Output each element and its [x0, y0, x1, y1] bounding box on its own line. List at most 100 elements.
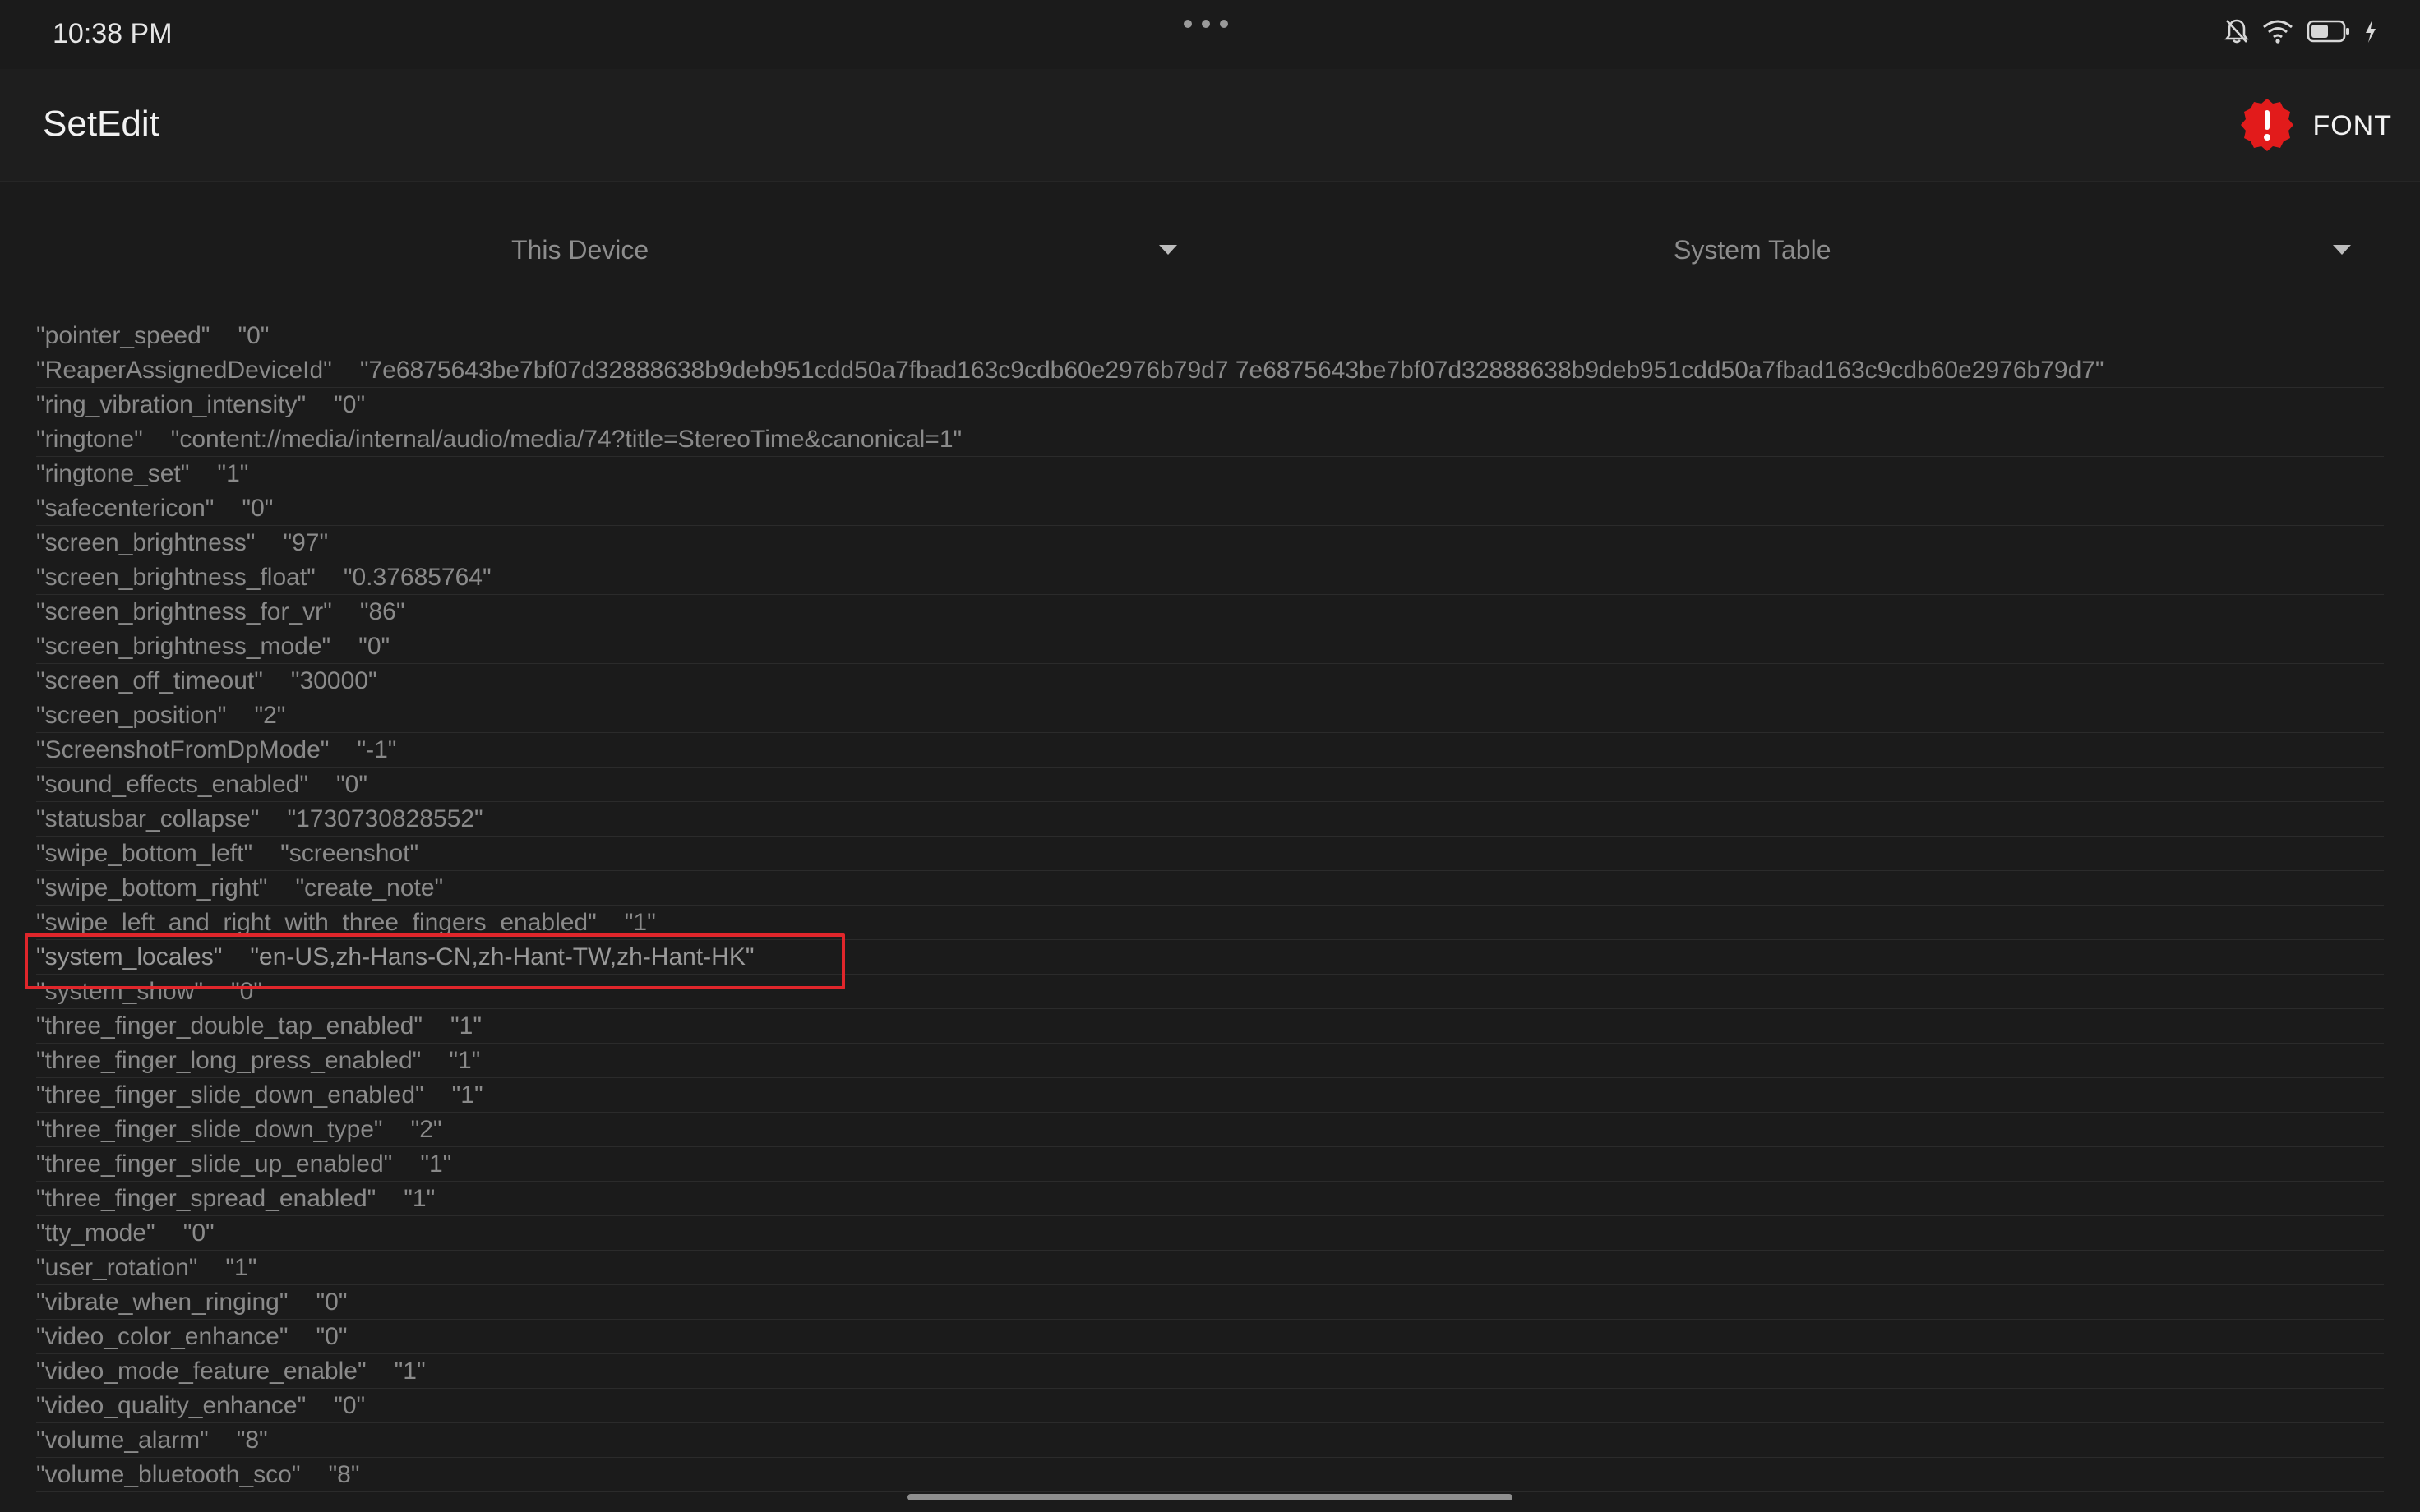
setting-value: "screenshot"	[280, 840, 419, 867]
status-time: 10:38 PM	[53, 18, 173, 49]
list-item[interactable]: "pointer_speed" "0"	[36, 319, 2384, 353]
setting-key: "three_finger_slide_down_enabled"	[36, 1081, 424, 1109]
setting-value: "0"	[242, 495, 274, 522]
list-item[interactable]: "statusbar_collapse" "1730730828552"	[36, 802, 2384, 837]
list-item[interactable]: "three_finger_slide_down_enabled" "1"	[36, 1078, 2384, 1113]
list-item[interactable]: "ring_vibration_intensity" "0"	[36, 388, 2384, 422]
device-dropdown[interactable]: This Device	[0, 222, 1210, 279]
setting-value: "8"	[236, 1427, 268, 1454]
font-button[interactable]: FONT	[2312, 110, 2392, 142]
list-item[interactable]: "screen_brightness_mode" "0"	[36, 629, 2384, 664]
list-item[interactable]: "screen_position" "2"	[36, 698, 2384, 733]
list-item[interactable]: "screen_brightness" "97"	[36, 526, 2384, 560]
status-icons	[2224, 18, 2377, 44]
setting-value: "content://media/internal/audio/media/74…	[170, 426, 963, 453]
setting-key: "screen_brightness_for_vr"	[36, 598, 332, 625]
list-item[interactable]: "screen_brightness_for_vr" "86"	[36, 595, 2384, 629]
setting-key: "statusbar_collapse"	[36, 805, 260, 832]
list-item[interactable]: "swipe_bottom_left" "screenshot"	[36, 837, 2384, 871]
setting-value: "86"	[359, 598, 405, 625]
setting-key: "volume_bluetooth_sco"	[36, 1461, 301, 1488]
list-item[interactable]: "ScreenshotFromDpMode" "-1"	[36, 733, 2384, 768]
setting-value: "0"	[334, 1392, 366, 1419]
setting-key: "user_rotation"	[36, 1254, 198, 1281]
highlight-annotation	[25, 933, 845, 989]
setting-value: "1"	[217, 460, 249, 487]
setting-value: "2"	[254, 702, 286, 729]
list-item[interactable]: "screen_off_timeout" "30000"	[36, 664, 2384, 698]
list-item[interactable]: "volume_bluetooth_sco" "8"	[36, 1458, 2384, 1492]
list-item[interactable]: "video_color_enhance" "0"	[36, 1320, 2384, 1354]
setting-key: "ringtone"	[36, 426, 143, 453]
setting-key: "tty_mode"	[36, 1219, 155, 1247]
alert-badge-icon[interactable]	[2239, 97, 2295, 153]
setting-value: "0"	[336, 771, 367, 798]
chevron-down-icon	[2333, 245, 2351, 255]
list-item[interactable]: "safecentericon" "0"	[36, 491, 2384, 526]
list-item[interactable]: "user_rotation" "1"	[36, 1251, 2384, 1285]
list-item[interactable]: "vibrate_when_ringing" "0"	[36, 1285, 2384, 1320]
wifi-icon	[2263, 20, 2293, 44]
home-indicator[interactable]	[908, 1494, 1512, 1500]
list-item[interactable]: "tty_mode" "0"	[36, 1216, 2384, 1251]
battery-icon	[2307, 20, 2349, 43]
setting-value: "0.37685764"	[343, 564, 492, 591]
setting-key: "vibrate_when_ringing"	[36, 1288, 289, 1316]
setting-value: "0"	[316, 1323, 348, 1350]
setting-value: "97"	[283, 529, 329, 556]
setting-key: "pointer_speed"	[36, 322, 210, 349]
list-item[interactable]: "three_finger_slide_up_enabled" "1"	[36, 1147, 2384, 1182]
list-item[interactable]: "sound_effects_enabled" "0"	[36, 768, 2384, 802]
setting-value: "1"	[394, 1358, 426, 1385]
setting-key: "three_finger_slide_down_type"	[36, 1116, 383, 1143]
list-item[interactable]: "screen_brightness_float" "0.37685764"	[36, 560, 2384, 595]
list-item[interactable]: "swipe_bottom_right" "create_note"	[36, 871, 2384, 906]
list-item[interactable]: "ringtone_set" "1"	[36, 457, 2384, 491]
setting-key: "ringtone_set"	[36, 460, 190, 487]
setting-key: "screen_brightness"	[36, 529, 256, 556]
app-title: SetEdit	[43, 104, 159, 144]
list-item[interactable]: "ringtone" "content://media/internal/audi…	[36, 422, 2384, 457]
setting-value: "2"	[410, 1116, 442, 1143]
settings-list[interactable]: "pointer_speed" "0" "ReaperAssignedDeviceI…	[0, 319, 2420, 1492]
setting-value: "1"	[404, 1185, 436, 1212]
list-item[interactable]: "video_mode_feature_enable" "1"	[36, 1354, 2384, 1389]
setting-value: "0"	[358, 633, 390, 660]
setting-value: "0"	[316, 1288, 348, 1316]
setting-value: "8"	[328, 1461, 360, 1488]
device-dropdown-label: This Device	[511, 235, 649, 265]
setting-key: "video_mode_feature_enable"	[36, 1358, 367, 1385]
list-item[interactable]: "three_finger_spread_enabled" "1"	[36, 1182, 2384, 1216]
setting-key: "screen_brightness_float"	[36, 564, 316, 591]
setting-value: "1730730828552"	[287, 805, 483, 832]
app-bar: SetEdit FONT	[0, 69, 2420, 182]
list-item[interactable]: "three_finger_double_tap_enabled" "1"	[36, 1009, 2384, 1044]
setting-value: "create_note"	[295, 874, 444, 901]
bell-off-icon	[2224, 19, 2249, 44]
list-item[interactable]: "volume_alarm" "8"	[36, 1423, 2384, 1458]
setting-value: "1"	[225, 1254, 257, 1281]
table-dropdown[interactable]: System Table	[1210, 222, 2420, 279]
setting-key: "ReaperAssignedDeviceId"	[36, 357, 332, 384]
setting-key: "three_finger_long_press_enabled"	[36, 1047, 422, 1074]
setting-key: "video_color_enhance"	[36, 1323, 289, 1350]
setting-value: "0"	[334, 391, 366, 418]
charging-bolt-icon	[2366, 20, 2376, 43]
setting-key: "screen_brightness_mode"	[36, 633, 331, 660]
setting-value: "1"	[420, 1150, 452, 1178]
setting-value: "30000"	[290, 667, 377, 694]
setting-key: "swipe_bottom_left"	[36, 840, 253, 867]
setting-value: "-1"	[357, 736, 397, 763]
setting-value: "1"	[450, 1012, 483, 1040]
list-item[interactable]: "video_quality_enhance" "0"	[36, 1389, 2384, 1423]
setting-key: "safecentericon"	[36, 495, 215, 522]
table-dropdown-label: System Table	[1674, 235, 1831, 265]
list-item[interactable]: "three_finger_slide_down_type" "2"	[36, 1113, 2384, 1147]
chevron-down-icon	[1159, 245, 1177, 255]
list-item[interactable]: "ReaperAssignedDeviceId" "7e6875643be7bf0…	[36, 353, 2384, 388]
setting-value: "0"	[182, 1219, 215, 1247]
multitask-dots-icon[interactable]	[1184, 20, 1228, 28]
setting-key: "swipe_bottom_right"	[36, 874, 268, 901]
setting-key: "three_finger_double_tap_enabled"	[36, 1012, 423, 1040]
list-item[interactable]: "three_finger_long_press_enabled" "1"	[36, 1044, 2384, 1078]
